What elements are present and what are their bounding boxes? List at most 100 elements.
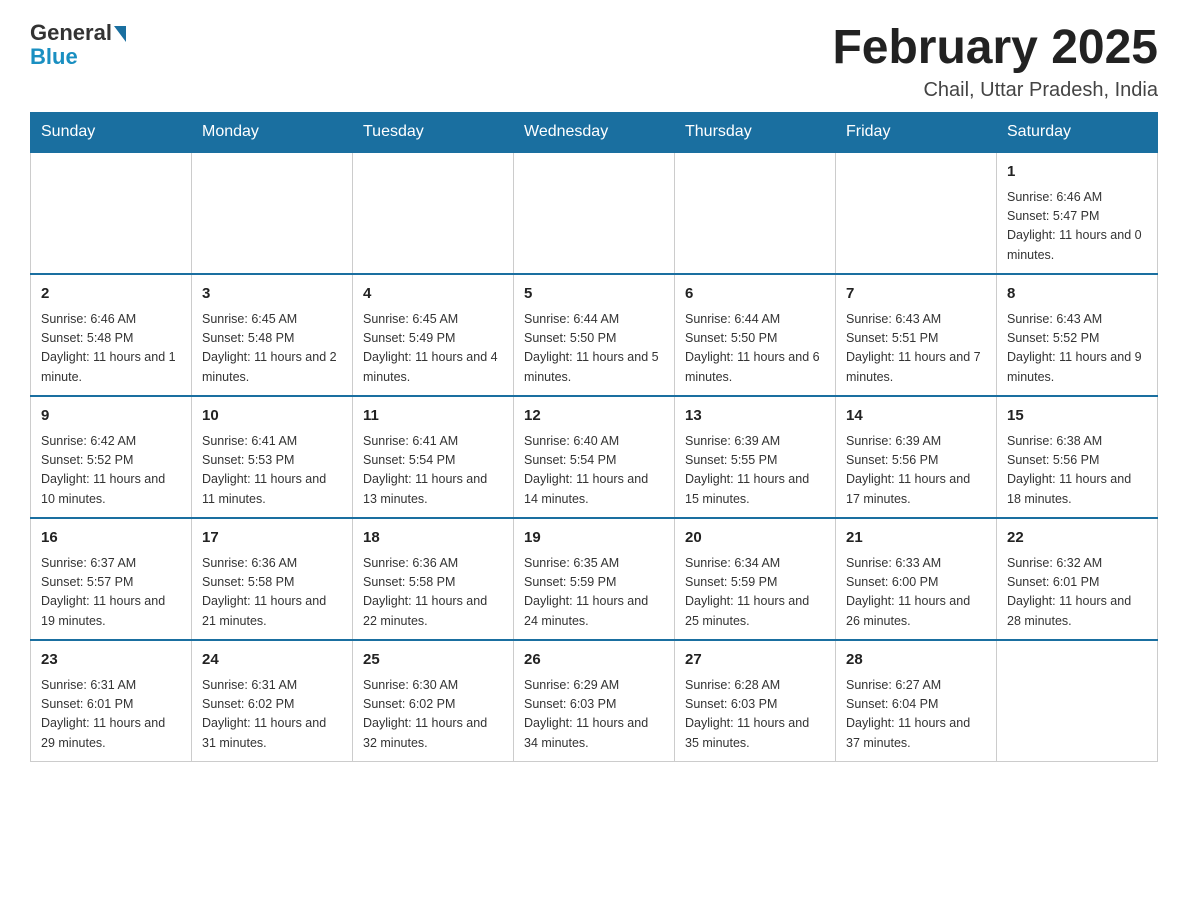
- calendar-cell: 5 Sunrise: 6:44 AMSunset: 5:50 PMDaylight…: [514, 274, 675, 396]
- calendar-cell: 20Sunrise: 6:34 AMSunset: 5:59 PMDayligh…: [675, 518, 836, 640]
- weekday-header-wednesday: Wednesday: [514, 113, 675, 153]
- page-header: General Blue February 2025 Chail, Uttar …: [30, 20, 1158, 102]
- calendar-cell: 19 Sunrise: 6:35 AMSunset: 5:59 PMDayligh…: [514, 518, 675, 640]
- day-number: 23: [41, 649, 181, 672]
- day-info: Sunrise: 6:31 AMSunset: 6:02 PMDaylight:…: [202, 676, 342, 754]
- calendar-cell: [353, 152, 514, 274]
- day-info: Sunrise: 6:39 AMSunset: 5:56 PMDaylight:…: [846, 432, 986, 510]
- weekday-header-sunday: Sunday: [31, 113, 192, 153]
- day-number: 3: [202, 283, 342, 306]
- day-number: 5: [524, 283, 664, 306]
- day-number: 2: [41, 283, 181, 306]
- calendar-cell: [997, 640, 1158, 762]
- calendar-cell: 14Sunrise: 6:39 AMSunset: 5:56 PMDayligh…: [836, 396, 997, 518]
- logo: General Blue: [30, 20, 126, 70]
- calendar-cell: 12Sunrise: 6:40 AMSunset: 5:54 PMDayligh…: [514, 396, 675, 518]
- day-info: Sunrise: 6:45 AMSunset: 5:48 PMDaylight:…: [202, 310, 342, 388]
- day-info: Sunrise: 6:30 AMSunset: 6:02 PMDaylight:…: [363, 676, 503, 754]
- month-year-title: February 2025: [832, 20, 1158, 75]
- day-info: Sunrise: 6:37 AMSunset: 5:57 PMDaylight:…: [41, 554, 181, 632]
- day-number: 6: [685, 283, 825, 306]
- day-info: Sunrise: 6:43 AMSunset: 5:51 PMDaylight:…: [846, 310, 986, 388]
- calendar-cell: 25 Sunrise: 6:30 AMSunset: 6:02 PMDayligh…: [353, 640, 514, 762]
- day-info: Sunrise: 6:44 AMSunset: 5:50 PMDaylight:…: [524, 310, 664, 388]
- calendar-cell: 27 Sunrise: 6:28 AMSunset: 6:03 PMDayligh…: [675, 640, 836, 762]
- calendar-cell: 22Sunrise: 6:32 AMSunset: 6:01 PMDayligh…: [997, 518, 1158, 640]
- calendar-cell: 21 Sunrise: 6:33 AMSunset: 6:00 PMDayligh…: [836, 518, 997, 640]
- weekday-header-row: SundayMondayTuesdayWednesdayThursdayFrid…: [31, 113, 1158, 153]
- calendar-week-row: 23Sunrise: 6:31 AMSunset: 6:01 PMDayligh…: [31, 640, 1158, 762]
- day-info: Sunrise: 6:34 AMSunset: 5:59 PMDaylight:…: [685, 554, 825, 632]
- location-title: Chail, Uttar Pradesh, India: [832, 79, 1158, 102]
- calendar-cell: 6Sunrise: 6:44 AMSunset: 5:50 PMDaylight…: [675, 274, 836, 396]
- calendar-cell: 18 Sunrise: 6:36 AMSunset: 5:58 PMDayligh…: [353, 518, 514, 640]
- day-number: 25: [363, 649, 503, 672]
- calendar-cell: 9 Sunrise: 6:42 AMSunset: 5:52 PMDaylight…: [31, 396, 192, 518]
- calendar-header: SundayMondayTuesdayWednesdayThursdayFrid…: [31, 113, 1158, 153]
- calendar-cell: [514, 152, 675, 274]
- day-info: Sunrise: 6:33 AMSunset: 6:00 PMDaylight:…: [846, 554, 986, 632]
- calendar-week-row: 1 Sunrise: 6:46 AMSunset: 5:47 PMDaylight…: [31, 152, 1158, 274]
- day-info: Sunrise: 6:42 AMSunset: 5:52 PMDaylight:…: [41, 432, 181, 510]
- day-number: 19: [524, 527, 664, 550]
- day-info: Sunrise: 6:46 AMSunset: 5:47 PMDaylight:…: [1007, 188, 1147, 266]
- day-info: Sunrise: 6:45 AMSunset: 5:49 PMDaylight:…: [363, 310, 503, 388]
- calendar-cell: 13 Sunrise: 6:39 AMSunset: 5:55 PMDayligh…: [675, 396, 836, 518]
- day-number: 1: [1007, 161, 1147, 184]
- calendar-week-row: 2 Sunrise: 6:46 AMSunset: 5:48 PMDaylight…: [31, 274, 1158, 396]
- day-info: Sunrise: 6:46 AMSunset: 5:48 PMDaylight:…: [41, 310, 181, 388]
- day-number: 24: [202, 649, 342, 672]
- day-info: Sunrise: 6:41 AMSunset: 5:54 PMDaylight:…: [363, 432, 503, 510]
- calendar-cell: 4Sunrise: 6:45 AMSunset: 5:49 PMDaylight…: [353, 274, 514, 396]
- day-number: 26: [524, 649, 664, 672]
- calendar-cell: 17Sunrise: 6:36 AMSunset: 5:58 PMDayligh…: [192, 518, 353, 640]
- day-number: 9: [41, 405, 181, 428]
- day-info: Sunrise: 6:28 AMSunset: 6:03 PMDaylight:…: [685, 676, 825, 754]
- day-number: 16: [41, 527, 181, 550]
- day-info: Sunrise: 6:41 AMSunset: 5:53 PMDaylight:…: [202, 432, 342, 510]
- calendar-cell: [31, 152, 192, 274]
- day-number: 17: [202, 527, 342, 550]
- logo-blue-text: Blue: [30, 44, 78, 70]
- day-number: 13: [685, 405, 825, 428]
- calendar-cell: 16 Sunrise: 6:37 AMSunset: 5:57 PMDayligh…: [31, 518, 192, 640]
- calendar-week-row: 9 Sunrise: 6:42 AMSunset: 5:52 PMDaylight…: [31, 396, 1158, 518]
- logo-arrow-icon: [114, 26, 126, 42]
- calendar-cell: 2 Sunrise: 6:46 AMSunset: 5:48 PMDaylight…: [31, 274, 192, 396]
- calendar-body: 1 Sunrise: 6:46 AMSunset: 5:47 PMDaylight…: [31, 152, 1158, 762]
- day-number: 27: [685, 649, 825, 672]
- weekday-header-saturday: Saturday: [997, 113, 1158, 153]
- weekday-header-monday: Monday: [192, 113, 353, 153]
- day-info: Sunrise: 6:27 AMSunset: 6:04 PMDaylight:…: [846, 676, 986, 754]
- calendar-cell: [675, 152, 836, 274]
- day-info: Sunrise: 6:32 AMSunset: 6:01 PMDaylight:…: [1007, 554, 1147, 632]
- logo-general-text: General: [30, 20, 112, 46]
- calendar-cell: [192, 152, 353, 274]
- day-number: 10: [202, 405, 342, 428]
- calendar-cell: 15Sunrise: 6:38 AMSunset: 5:56 PMDayligh…: [997, 396, 1158, 518]
- calendar-cell: 8 Sunrise: 6:43 AMSunset: 5:52 PMDaylight…: [997, 274, 1158, 396]
- day-number: 18: [363, 527, 503, 550]
- calendar-cell: 3 Sunrise: 6:45 AMSunset: 5:48 PMDaylight…: [192, 274, 353, 396]
- day-info: Sunrise: 6:39 AMSunset: 5:55 PMDaylight:…: [685, 432, 825, 510]
- day-number: 15: [1007, 405, 1147, 428]
- calendar-cell: 23Sunrise: 6:31 AMSunset: 6:01 PMDayligh…: [31, 640, 192, 762]
- day-number: 28: [846, 649, 986, 672]
- day-number: 11: [363, 405, 503, 428]
- calendar-cell: 28 Sunrise: 6:27 AMSunset: 6:04 PMDayligh…: [836, 640, 997, 762]
- day-info: Sunrise: 6:36 AMSunset: 5:58 PMDaylight:…: [363, 554, 503, 632]
- day-info: Sunrise: 6:40 AMSunset: 5:54 PMDaylight:…: [524, 432, 664, 510]
- calendar-cell: 11 Sunrise: 6:41 AMSunset: 5:54 PMDayligh…: [353, 396, 514, 518]
- calendar-cell: 7 Sunrise: 6:43 AMSunset: 5:51 PMDaylight…: [836, 274, 997, 396]
- calendar-cell: [836, 152, 997, 274]
- day-info: Sunrise: 6:29 AMSunset: 6:03 PMDaylight:…: [524, 676, 664, 754]
- calendar-table: SundayMondayTuesdayWednesdayThursdayFrid…: [30, 112, 1158, 762]
- day-number: 21: [846, 527, 986, 550]
- day-number: 8: [1007, 283, 1147, 306]
- calendar-week-row: 16 Sunrise: 6:37 AMSunset: 5:57 PMDayligh…: [31, 518, 1158, 640]
- calendar-cell: 24 Sunrise: 6:31 AMSunset: 6:02 PMDayligh…: [192, 640, 353, 762]
- day-info: Sunrise: 6:43 AMSunset: 5:52 PMDaylight:…: [1007, 310, 1147, 388]
- day-info: Sunrise: 6:35 AMSunset: 5:59 PMDaylight:…: [524, 554, 664, 632]
- calendar-cell: 26 Sunrise: 6:29 AMSunset: 6:03 PMDayligh…: [514, 640, 675, 762]
- day-number: 7: [846, 283, 986, 306]
